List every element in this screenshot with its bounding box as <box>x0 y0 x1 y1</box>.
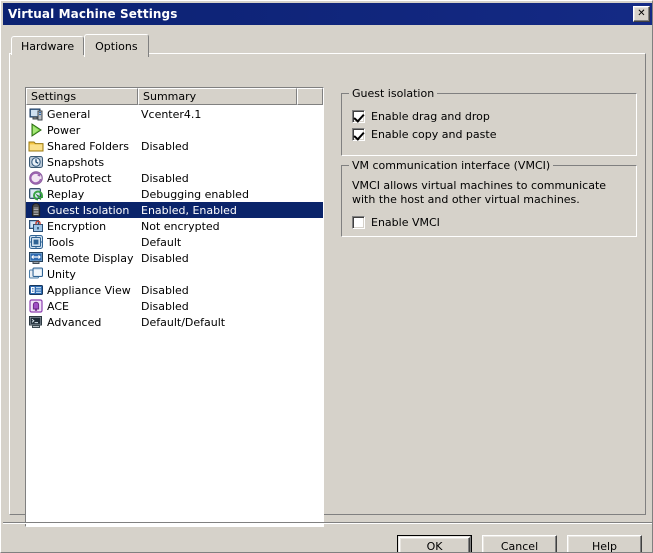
list-item[interactable]: ToolsDefault <box>26 234 323 250</box>
list-item-summary: Default/Default <box>141 316 225 329</box>
list-item-summary: Debugging enabled <box>141 188 249 201</box>
tab-options[interactable]: Options <box>84 34 148 57</box>
autoprotect-icon <box>28 170 44 186</box>
list-item-label: Unity <box>47 268 141 281</box>
general-icon <box>28 106 44 122</box>
power-icon <box>28 122 44 138</box>
list-item[interactable]: Snapshots <box>26 154 323 170</box>
vmci-description: VMCI allows virtual machines to communic… <box>352 179 610 207</box>
list-item-label: Power <box>47 124 141 137</box>
list-item[interactable]: AdvancedDefault/Default <box>26 314 323 330</box>
ace-icon <box>28 298 44 314</box>
close-icon[interactable]: ✕ <box>633 6 650 22</box>
list-item-summary: Disabled <box>141 172 189 185</box>
list-item-label: Appliance View <box>47 284 141 297</box>
virtual-machine-settings-dialog: Virtual Machine Settings ✕ Hardware Opti… <box>0 0 653 553</box>
column-header-summary[interactable]: Summary <box>138 88 297 105</box>
list-item[interactable]: EncryptionNot encrypted <box>26 218 323 234</box>
list-item-label: General <box>47 108 141 121</box>
dialog-client-area: Hardware Options Settings Summary Genera… <box>3 25 652 552</box>
list-item-label: Advanced <box>47 316 141 329</box>
list-item[interactable]: Unity <box>26 266 323 282</box>
enable-copy-and-paste-label: Enable copy and paste <box>371 128 496 141</box>
settings-list[interactable]: Settings Summary GeneralVcenter4.1PowerS… <box>25 87 324 527</box>
list-item-label: Remote Display <box>47 252 141 265</box>
dialog-button-bar: OK Cancel Help <box>397 535 642 553</box>
remote-display-icon <box>28 250 44 266</box>
replay-icon <box>28 186 44 202</box>
tools-icon <box>28 234 44 250</box>
tab-options-label: Options <box>95 40 137 53</box>
encryption-icon <box>28 218 44 234</box>
ok-button[interactable]: OK <box>397 535 472 553</box>
title-bar: Virtual Machine Settings ✕ <box>3 3 652 25</box>
list-header: Settings Summary <box>26 88 323 105</box>
list-item[interactable]: Power <box>26 122 323 138</box>
snapshots-icon <box>28 154 44 170</box>
list-item-summary: Disabled <box>141 284 189 297</box>
enable-drag-and-drop-row[interactable]: Enable drag and drop <box>352 107 628 125</box>
guest-isolation-icon <box>28 202 44 218</box>
list-item-summary: Not encrypted <box>141 220 220 233</box>
guest-isolation-legend: Guest isolation <box>349 87 437 100</box>
enable-vmci-checkbox[interactable] <box>352 216 365 229</box>
tab-strip: Hardware Options <box>11 33 149 55</box>
list-item[interactable]: AutoProtectDisabled <box>26 170 323 186</box>
window-title: Virtual Machine Settings <box>8 7 633 21</box>
list-item[interactable]: ReplayDebugging enabled <box>26 186 323 202</box>
list-item-label: Replay <box>47 188 141 201</box>
list-item[interactable]: Remote DisplayDisabled <box>26 250 323 266</box>
list-item-label: Encryption <box>47 220 141 233</box>
list-item-label: Snapshots <box>47 156 141 169</box>
list-item[interactable]: Guest IsolationEnabled, Enabled <box>26 202 323 218</box>
list-item-label: Tools <box>47 236 141 249</box>
enable-vmci-label: Enable VMCI <box>371 216 440 229</box>
list-item-label: Shared Folders <box>47 140 141 153</box>
cancel-button[interactable]: Cancel <box>482 535 557 553</box>
list-item-label: ACE <box>47 300 141 313</box>
guest-isolation-groupbox: Guest isolation Enable drag and drop Ena… <box>341 93 637 156</box>
list-item[interactable]: Shared FoldersDisabled <box>26 138 323 154</box>
advanced-icon <box>28 314 44 330</box>
cancel-button-label: Cancel <box>501 540 538 553</box>
help-button-label: Help <box>592 540 617 553</box>
list-item[interactable]: GeneralVcenter4.1 <box>26 106 323 122</box>
list-item-summary: Disabled <box>141 140 189 153</box>
list-item-summary: Default <box>141 236 181 249</box>
column-header-extra[interactable] <box>297 88 323 105</box>
tab-hardware[interactable]: Hardware <box>11 36 84 55</box>
list-item-summary: Disabled <box>141 252 189 265</box>
ok-button-label: OK <box>427 540 443 553</box>
list-item[interactable]: ACEDisabled <box>26 298 323 314</box>
list-item-summary: Disabled <box>141 300 189 313</box>
enable-vmci-row[interactable]: Enable VMCI <box>352 213 628 231</box>
unity-icon <box>28 266 44 282</box>
tab-hardware-label: Hardware <box>21 40 74 53</box>
list-body: GeneralVcenter4.1PowerShared FoldersDisa… <box>26 105 323 527</box>
column-header-settings[interactable]: Settings <box>26 88 138 105</box>
enable-copy-and-paste-row[interactable]: Enable copy and paste <box>352 125 628 143</box>
help-button[interactable]: Help <box>567 535 642 553</box>
vmci-groupbox: VM communication interface (VMCI) VMCI a… <box>341 165 637 237</box>
list-item-summary: Vcenter4.1 <box>141 108 201 121</box>
enable-drag-and-drop-checkbox[interactable] <box>352 110 365 123</box>
list-item-label: AutoProtect <box>47 172 141 185</box>
footer-separator <box>3 522 652 524</box>
appliance-view-icon <box>28 282 44 298</box>
enable-copy-and-paste-checkbox[interactable] <box>352 128 365 141</box>
shared-folders-icon <box>28 138 44 154</box>
vmci-legend: VM communication interface (VMCI) <box>349 159 553 172</box>
list-item-label: Guest Isolation <box>47 204 141 217</box>
list-item[interactable]: Appliance ViewDisabled <box>26 282 323 298</box>
enable-drag-and-drop-label: Enable drag and drop <box>371 110 490 123</box>
list-item-summary: Enabled, Enabled <box>141 204 237 217</box>
